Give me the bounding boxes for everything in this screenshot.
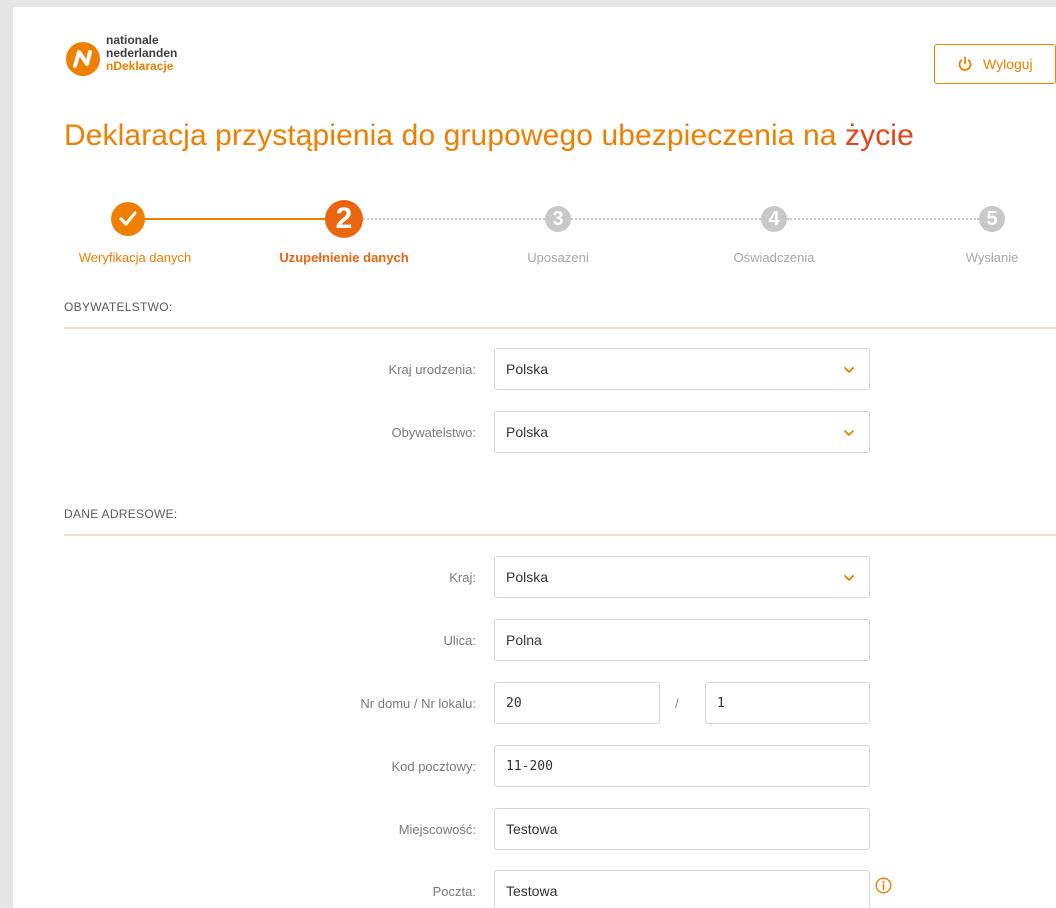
postal-code-input[interactable]: 11-200 <box>494 745 870 787</box>
step-5-label: Wysłanie <box>965 250 1019 265</box>
city-value: Testowa <box>506 821 558 837</box>
flat-number-value: 1 <box>717 695 725 711</box>
chevron-down-icon <box>844 575 854 581</box>
step-3-circle: 3 <box>545 206 571 232</box>
info-icon[interactable] <box>875 877 892 894</box>
step-connector-1 <box>139 218 325 220</box>
city-label: Miejscowość: <box>398 822 476 837</box>
birth-country-value: Polska <box>506 361 549 377</box>
step-4-label: Oświadczenia <box>733 250 815 265</box>
step-4-circle: 4 <box>761 206 787 232</box>
citizenship-value: Polska <box>506 424 549 440</box>
logo[interactable]: nationale nederlanden nDeklaracje <box>66 34 177 76</box>
street-label: Ulica: <box>443 633 476 648</box>
postal-code-value: 11-200 <box>506 758 553 774</box>
birth-country-select[interactable]: Polska <box>494 348 870 390</box>
page: nationale nederlanden nDeklaracje Wylogu… <box>13 7 1056 908</box>
progress-stepper: 2 3 4 5 Weryfikacja danych Uzupełnienie … <box>13 197 1056 277</box>
street-value: Polna <box>506 632 542 648</box>
power-icon <box>958 56 972 71</box>
post-office-value: Testowa <box>506 883 558 899</box>
step-connector-4 <box>787 218 979 220</box>
flat-number-input[interactable]: 1 <box>705 682 870 724</box>
section-title-citizenship: OBYWATELSTWO: <box>64 300 173 314</box>
step-3-label: Uposażeni <box>527 250 589 265</box>
house-number-value: 20 <box>506 695 522 711</box>
section-title-address: DANE ADRESOWE: <box>64 507 178 521</box>
step-connector-3 <box>571 218 761 220</box>
country-select[interactable]: Polska <box>494 556 870 598</box>
step-5-circle: 5 <box>979 206 1005 232</box>
post-office-label: Poczta: <box>432 884 476 899</box>
nn-logo-icon <box>66 42 100 76</box>
page-title: Deklaracja przystąpienia do grupowego ub… <box>64 119 914 153</box>
logout-label: Wyloguj <box>983 56 1033 72</box>
step-2-label: Uzupełnienie danych <box>279 250 409 265</box>
section-divider <box>64 327 1056 329</box>
step-1-label: Weryfikacja danych <box>78 250 192 265</box>
step-2-circle: 2 <box>325 200 363 238</box>
postal-code-label: Kod pocztowy: <box>391 759 476 774</box>
house-number-label: Nr domu / Nr lokalu: <box>360 696 476 711</box>
post-office-input[interactable]: Testowa <box>494 870 870 908</box>
logo-line-3: nDeklaracje <box>106 59 174 73</box>
country-label: Kraj: <box>449 570 476 585</box>
street-input[interactable]: Polna <box>494 619 870 661</box>
logout-button[interactable]: Wyloguj <box>934 44 1056 84</box>
citizenship-select[interactable]: Polska <box>494 411 870 453</box>
house-flat-separator: / <box>675 696 679 711</box>
chevron-down-icon <box>844 367 854 373</box>
page-title-accent: życie <box>845 119 914 152</box>
step-connector-2 <box>363 218 545 220</box>
step-1-check-icon <box>111 202 145 236</box>
chevron-down-icon <box>844 430 854 436</box>
house-number-input[interactable]: 20 <box>494 682 660 724</box>
birth-country-label: Kraj urodzenia: <box>388 362 476 377</box>
section-divider <box>64 534 1056 536</box>
city-input[interactable]: Testowa <box>494 808 870 850</box>
citizenship-label: Obywatelstwo: <box>391 425 476 440</box>
country-value: Polska <box>506 569 549 585</box>
page-title-main: Deklaracja przystąpienia do grupowego ub… <box>64 119 845 152</box>
